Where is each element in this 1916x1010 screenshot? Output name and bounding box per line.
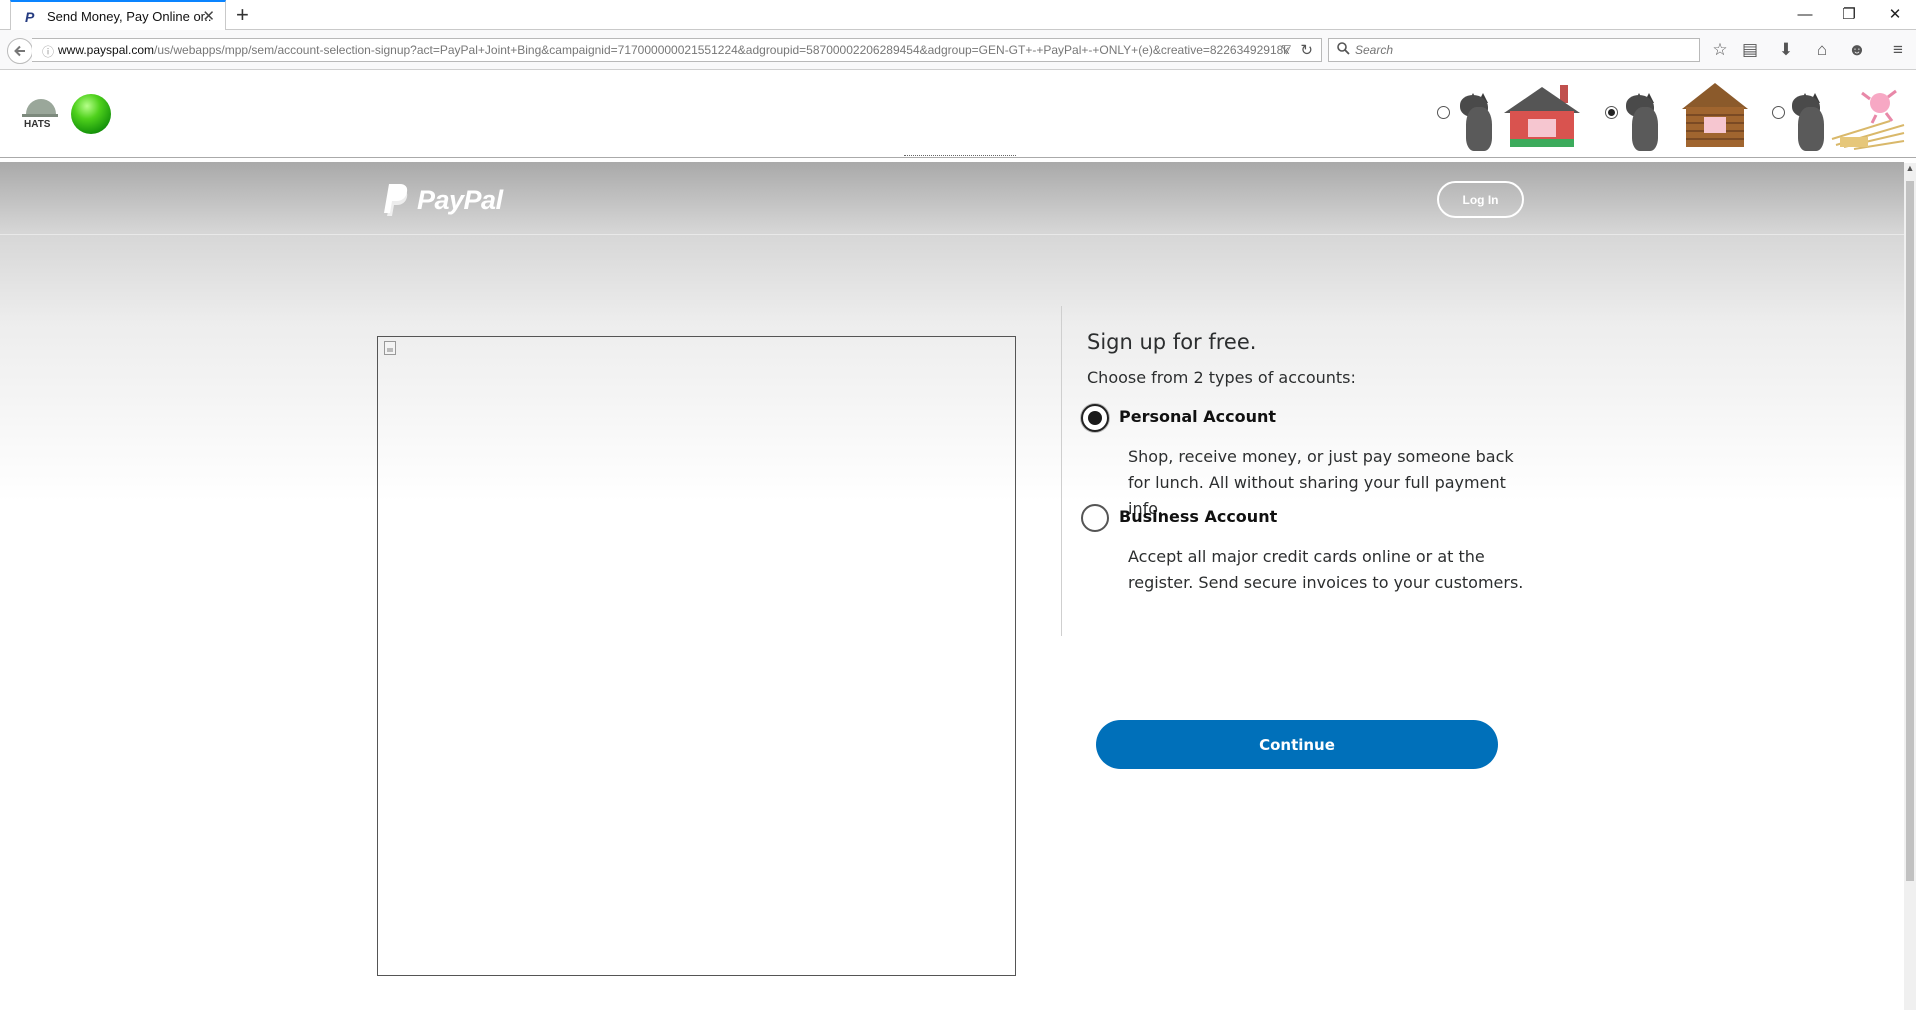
straw-house-scene-icon [1788,79,1908,151]
business-account-description: Accept all major credit cards online or … [1128,547,1524,592]
wolf-icon [1792,93,1828,151]
extension-toolbar: HATS [0,71,1916,158]
tab-strip: P Send Money, Pay Online or... ✕ + — ❐ ✕ [0,0,1916,31]
log-in-button[interactable]: Log In [1437,181,1524,218]
page-scrollbar[interactable]: ▲ [1904,163,1916,1010]
site-info-icon[interactable]: ⓘ [42,43,54,59]
menu-icon[interactable]: ≡ [1886,39,1910,61]
home-icon[interactable]: ⌂ [1810,39,1834,61]
search-icon [1337,42,1350,55]
url-path: /us/webapps/mpp/sem/account-selection-si… [154,43,1290,57]
business-account-radio[interactable] [1081,504,1109,532]
scrollbar-thumb[interactable] [1906,181,1914,881]
wolf-icon [1460,93,1496,151]
story-option-radio-2[interactable] [1605,106,1618,119]
arrow-left-icon [14,45,25,57]
broken-image-placeholder [377,336,1016,976]
paypal-favicon-icon: P [25,9,35,25]
hats-logo[interactable]: HATS [22,99,58,135]
brick-house-scene-icon [1458,79,1583,151]
close-tab-icon[interactable]: ✕ [202,7,215,25]
url-text[interactable]: www.payspal.com/us/webapps/mpp/sem/accou… [58,43,1314,57]
paypal-p-icon [384,184,408,216]
search-bar[interactable] [1328,38,1700,62]
story-option-radio-3[interactable] [1772,106,1785,119]
signup-title: Sign up for free. [1087,330,1257,354]
address-bar[interactable]: ⓘ www.payspal.com/us/webapps/mpp/sem/acc… [32,38,1322,62]
scroll-up-icon[interactable]: ▲ [1904,163,1916,179]
paypal-wordmark: PayPal [417,185,503,215]
wood-house-scene-icon [1622,79,1752,151]
section-divider [1061,306,1062,636]
tab-title: Send Money, Pay Online or... [47,9,211,24]
straw-house-icon [1831,89,1905,150]
signup-subtitle: Choose from 2 types of accounts: [1087,368,1356,387]
personal-account-label[interactable]: Personal Account [1119,407,1276,426]
navigation-toolbar: ⓘ www.payspal.com/us/webapps/mpp/sem/acc… [0,30,1916,70]
brick-house-icon [1504,85,1580,147]
bookmark-star-icon[interactable]: ☆ [1708,39,1732,61]
downloads-icon[interactable]: ⬇ [1774,39,1798,61]
wood-house-icon [1682,83,1748,147]
restore-window-button[interactable]: ❐ [1834,4,1864,26]
reading-list-icon[interactable]: ▤ [1738,39,1762,61]
url-host: www.payspal.com [58,43,155,57]
chat-icon[interactable]: ☻ [1845,39,1869,61]
search-input[interactable] [1355,41,1685,59]
continue-button[interactable]: Continue [1096,720,1498,769]
reload-icon[interactable]: ↻ [1300,41,1313,59]
paypal-signup-page: PayPal Log In Sign up for free. Choose f… [0,162,1904,1010]
hats-label: HATS [24,119,51,130]
back-button[interactable] [7,38,33,64]
new-tab-button[interactable]: + [236,3,249,27]
url-dropdown-icon[interactable]: ▽ [1282,42,1291,56]
status-indicator-orb[interactable] [71,94,111,134]
header-divider [0,234,1904,235]
story-option-radio-1[interactable] [1437,106,1450,119]
personal-account-radio[interactable] [1081,404,1109,432]
business-account-label[interactable]: Business Account [1119,507,1277,526]
broken-image-icon [384,341,396,355]
minimize-window-button[interactable]: — [1790,4,1820,26]
browser-tab[interactable]: P Send Money, Pay Online or... ✕ [10,0,226,31]
hat-dome [26,99,56,115]
wolf-icon [1626,93,1662,151]
hat-brim [22,114,58,117]
close-window-button[interactable]: ✕ [1880,4,1910,26]
